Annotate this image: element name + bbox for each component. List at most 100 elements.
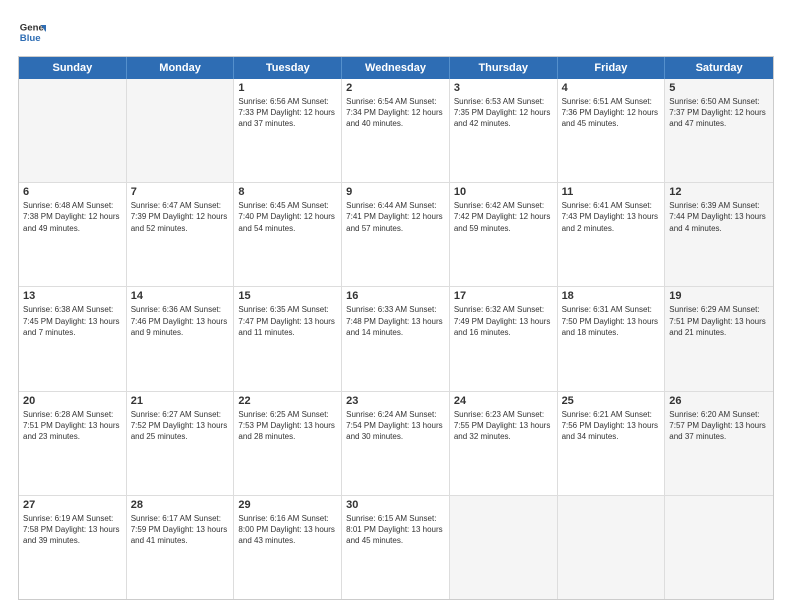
day-info: Sunrise: 6:17 AM Sunset: 7:59 PM Dayligh… — [131, 513, 230, 547]
day-info: Sunrise: 6:25 AM Sunset: 7:53 PM Dayligh… — [238, 409, 337, 443]
day-number: 30 — [346, 499, 445, 511]
day-number: 28 — [131, 499, 230, 511]
calendar-cell-5-6 — [558, 496, 666, 599]
day-number: 17 — [454, 290, 553, 302]
day-number: 6 — [23, 186, 122, 198]
day-info: Sunrise: 6:35 AM Sunset: 7:47 PM Dayligh… — [238, 304, 337, 338]
calendar-cell-4-3: 22 Sunrise: 6:25 AM Sunset: 7:53 PM Dayli… — [234, 392, 342, 495]
day-number: 8 — [238, 186, 337, 198]
calendar-cell-1-7: 5Sunrise: 6:50 AM Sunset: 7:37 PM Daylig… — [665, 79, 773, 182]
calendar-cell-3-1: 13Sunrise: 6:38 AM Sunset: 7:45 PM Dayli… — [19, 287, 127, 390]
day-info: Sunrise: 6:42 AM Sunset: 7:42 PM Dayligh… — [454, 200, 553, 234]
calendar-cell-5-5 — [450, 496, 558, 599]
day-info: Sunrise: 6:24 AM Sunset: 7:54 PM Dayligh… — [346, 409, 445, 443]
day-number: 20 — [23, 395, 122, 407]
logo-icon: General Blue — [18, 18, 46, 46]
weekday-header-tuesday: Tuesday — [234, 57, 342, 79]
calendar-cell-2-7: 12 Sunrise: 6:39 AM Sunset: 7:44 PM Dayli… — [665, 183, 773, 286]
day-info: Sunrise: 6:44 AM Sunset: 7:41 PM Dayligh… — [346, 200, 445, 234]
day-number: 25 — [562, 395, 661, 407]
day-number: 4 — [562, 82, 661, 94]
calendar-cell-2-1: 6 Sunrise: 6:48 AM Sunset: 7:38 PM Daylig… — [19, 183, 127, 286]
day-info: Sunrise: 6:20 AM Sunset: 7:57 PM Dayligh… — [669, 409, 769, 443]
calendar-cell-4-6: 25 Sunrise: 6:21 AM Sunset: 7:56 PM Dayli… — [558, 392, 666, 495]
weekday-header-wednesday: Wednesday — [342, 57, 450, 79]
day-info: Sunrise: 6:19 AM Sunset: 7:58 PM Dayligh… — [23, 513, 122, 547]
page-header: General Blue — [18, 18, 774, 46]
day-info: Sunrise: 6:38 AM Sunset: 7:45 PM Dayligh… — [23, 304, 122, 338]
calendar-cell-4-1: 20Sunrise: 6:28 AM Sunset: 7:51 PM Dayli… — [19, 392, 127, 495]
calendar-cell-3-7: 19 Sunrise: 6:29 AM Sunset: 7:51 PM Dayli… — [665, 287, 773, 390]
calendar: SundayMondayTuesdayWednesdayThursdayFrid… — [18, 56, 774, 600]
calendar-cell-1-1 — [19, 79, 127, 182]
day-number: 19 — [669, 290, 769, 302]
weekday-header-thursday: Thursday — [450, 57, 558, 79]
day-number: 23 — [346, 395, 445, 407]
day-info: Sunrise: 6:32 AM Sunset: 7:49 PM Dayligh… — [454, 304, 553, 338]
calendar-cell-3-5: 17 Sunrise: 6:32 AM Sunset: 7:49 PM Dayli… — [450, 287, 558, 390]
day-info: Sunrise: 6:48 AM Sunset: 7:38 PM Dayligh… — [23, 200, 122, 234]
calendar-cell-4-7: 26Sunrise: 6:20 AM Sunset: 7:57 PM Dayli… — [665, 392, 773, 495]
day-number: 14 — [131, 290, 230, 302]
calendar-cell-5-3: 29Sunrise: 6:16 AM Sunset: 8:00 PM Dayli… — [234, 496, 342, 599]
day-info: Sunrise: 6:39 AM Sunset: 7:44 PM Dayligh… — [669, 200, 769, 234]
svg-text:General: General — [20, 22, 46, 33]
calendar-cell-1-5: 3Sunrise: 6:53 AM Sunset: 7:35 PM Daylig… — [450, 79, 558, 182]
logo: General Blue — [18, 18, 50, 46]
day-info: Sunrise: 6:51 AM Sunset: 7:36 PM Dayligh… — [562, 96, 661, 130]
calendar-cell-2-2: 7 Sunrise: 6:47 AM Sunset: 7:39 PM Daylig… — [127, 183, 235, 286]
day-info: Sunrise: 6:27 AM Sunset: 7:52 PM Dayligh… — [131, 409, 230, 443]
calendar-cell-3-6: 18 Sunrise: 6:31 AM Sunset: 7:50 PM Dayli… — [558, 287, 666, 390]
day-number: 24 — [454, 395, 553, 407]
calendar-cell-1-4: 2 Sunrise: 6:54 AM Sunset: 7:34 PM Daylig… — [342, 79, 450, 182]
day-info: Sunrise: 6:41 AM Sunset: 7:43 PM Dayligh… — [562, 200, 661, 234]
calendar-cell-4-5: 24 Sunrise: 6:23 AM Sunset: 7:55 PM Dayli… — [450, 392, 558, 495]
calendar-week-4: 20Sunrise: 6:28 AM Sunset: 7:51 PM Dayli… — [19, 392, 773, 496]
calendar-cell-4-4: 23 Sunrise: 6:24 AM Sunset: 7:54 PM Dayli… — [342, 392, 450, 495]
day-number: 16 — [346, 290, 445, 302]
day-number: 1 — [238, 82, 337, 94]
calendar-cell-2-4: 9 Sunrise: 6:44 AM Sunset: 7:41 PM Daylig… — [342, 183, 450, 286]
calendar-header: SundayMondayTuesdayWednesdayThursdayFrid… — [19, 57, 773, 79]
calendar-week-5: 27 Sunrise: 6:19 AM Sunset: 7:58 PM Dayli… — [19, 496, 773, 599]
calendar-cell-5-7 — [665, 496, 773, 599]
day-info: Sunrise: 6:45 AM Sunset: 7:40 PM Dayligh… — [238, 200, 337, 234]
day-info: Sunrise: 6:29 AM Sunset: 7:51 PM Dayligh… — [669, 304, 769, 338]
day-number: 18 — [562, 290, 661, 302]
day-info: Sunrise: 6:47 AM Sunset: 7:39 PM Dayligh… — [131, 200, 230, 234]
day-info: Sunrise: 6:56 AM Sunset: 7:33 PM Dayligh… — [238, 96, 337, 130]
day-number: 22 — [238, 395, 337, 407]
day-info: Sunrise: 6:36 AM Sunset: 7:46 PM Dayligh… — [131, 304, 230, 338]
day-number: 7 — [131, 186, 230, 198]
calendar-cell-4-2: 21 Sunrise: 6:27 AM Sunset: 7:52 PM Dayli… — [127, 392, 235, 495]
day-number: 11 — [562, 186, 661, 198]
calendar-cell-2-3: 8 Sunrise: 6:45 AM Sunset: 7:40 PM Daylig… — [234, 183, 342, 286]
day-info: Sunrise: 6:16 AM Sunset: 8:00 PM Dayligh… — [238, 513, 337, 547]
day-number: 2 — [346, 82, 445, 94]
day-number: 21 — [131, 395, 230, 407]
calendar-cell-3-3: 15 Sunrise: 6:35 AM Sunset: 7:47 PM Dayli… — [234, 287, 342, 390]
day-info: Sunrise: 6:53 AM Sunset: 7:35 PM Dayligh… — [454, 96, 553, 130]
day-number: 5 — [669, 82, 769, 94]
weekday-header-monday: Monday — [127, 57, 235, 79]
calendar-cell-2-5: 10Sunrise: 6:42 AM Sunset: 7:42 PM Dayli… — [450, 183, 558, 286]
day-number: 12 — [669, 186, 769, 198]
calendar-cell-1-2 — [127, 79, 235, 182]
calendar-week-2: 6 Sunrise: 6:48 AM Sunset: 7:38 PM Daylig… — [19, 183, 773, 287]
svg-text:Blue: Blue — [20, 33, 41, 44]
calendar-week-3: 13Sunrise: 6:38 AM Sunset: 7:45 PM Dayli… — [19, 287, 773, 391]
calendar-cell-2-6: 11 Sunrise: 6:41 AM Sunset: 7:43 PM Dayli… — [558, 183, 666, 286]
day-number: 9 — [346, 186, 445, 198]
calendar-week-1: 1 Sunrise: 6:56 AM Sunset: 7:33 PM Daylig… — [19, 79, 773, 183]
day-info: Sunrise: 6:21 AM Sunset: 7:56 PM Dayligh… — [562, 409, 661, 443]
day-info: Sunrise: 6:54 AM Sunset: 7:34 PM Dayligh… — [346, 96, 445, 130]
day-number: 27 — [23, 499, 122, 511]
day-info: Sunrise: 6:31 AM Sunset: 7:50 PM Dayligh… — [562, 304, 661, 338]
calendar-cell-3-2: 14 Sunrise: 6:36 AM Sunset: 7:46 PM Dayli… — [127, 287, 235, 390]
calendar-cell-1-3: 1 Sunrise: 6:56 AM Sunset: 7:33 PM Daylig… — [234, 79, 342, 182]
weekday-header-friday: Friday — [558, 57, 666, 79]
day-number: 15 — [238, 290, 337, 302]
calendar-cell-5-4: 30Sunrise: 6:15 AM Sunset: 8:01 PM Dayli… — [342, 496, 450, 599]
day-info: Sunrise: 6:23 AM Sunset: 7:55 PM Dayligh… — [454, 409, 553, 443]
calendar-body: 1 Sunrise: 6:56 AM Sunset: 7:33 PM Daylig… — [19, 79, 773, 599]
